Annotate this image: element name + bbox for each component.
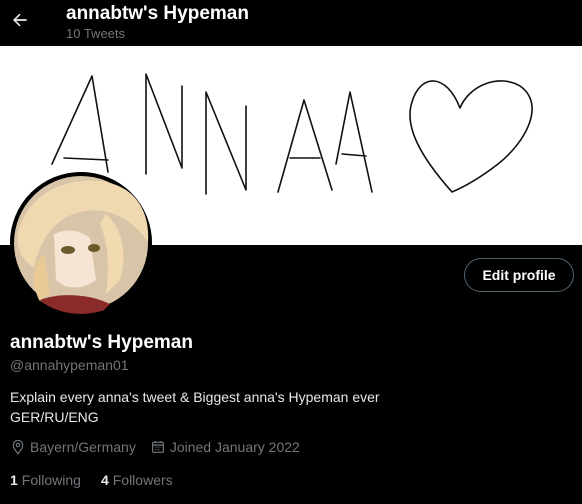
follow-stats: 1 Following 4 Followers — [10, 469, 193, 491]
joined-text: Joined January 2022 — [169, 439, 300, 455]
letter-a-3 — [335, 91, 373, 193]
avatar-image — [10, 172, 152, 314]
header-title-group: annabtw's Hypeman 10 Tweets — [66, 2, 249, 42]
calendar-icon — [151, 441, 164, 453]
followers-link[interactable]: 4 Followers — [101, 469, 173, 491]
profile-handle: @annahypeman01 — [10, 357, 129, 373]
letter-n-2 — [205, 91, 247, 195]
followers-count: 4 — [100, 472, 109, 488]
location-text: Bayern/Germany — [30, 439, 136, 455]
joined-date: Joined January 2022 — [150, 436, 300, 458]
arrow-left-icon — [13, 13, 27, 27]
location: Bayern/Germany — [10, 436, 136, 458]
header-title: annabtw's Hypeman — [66, 3, 249, 24]
heart-drawing — [409, 80, 533, 193]
followers-label: Followers — [112, 472, 173, 488]
letter-a-1 — [51, 75, 109, 173]
bio-line-2: GER/RU/ENG — [10, 409, 99, 425]
edit-profile-button[interactable]: Edit profile — [464, 258, 574, 292]
tweet-count: 10 Tweets — [66, 26, 126, 41]
location-pin-icon — [12, 439, 24, 455]
profile-name: annabtw's Hypeman — [10, 332, 193, 353]
avatar[interactable] — [10, 172, 152, 314]
profile-meta: Bayern/Germany Joined January 2022 — [10, 436, 314, 458]
following-link[interactable]: 1 Following — [10, 469, 81, 491]
profile-bio: Explain every anna's tweet & Biggest ann… — [10, 387, 380, 427]
following-label: Following — [21, 472, 81, 488]
back-button[interactable] — [4, 4, 36, 36]
top-bar: annabtw's Hypeman 10 Tweets — [0, 0, 582, 46]
following-count: 1 — [10, 472, 18, 488]
letter-n-1 — [145, 73, 183, 175]
letter-a-2 — [277, 99, 333, 193]
bio-line-1: Explain every anna's tweet & Biggest ann… — [10, 389, 380, 405]
